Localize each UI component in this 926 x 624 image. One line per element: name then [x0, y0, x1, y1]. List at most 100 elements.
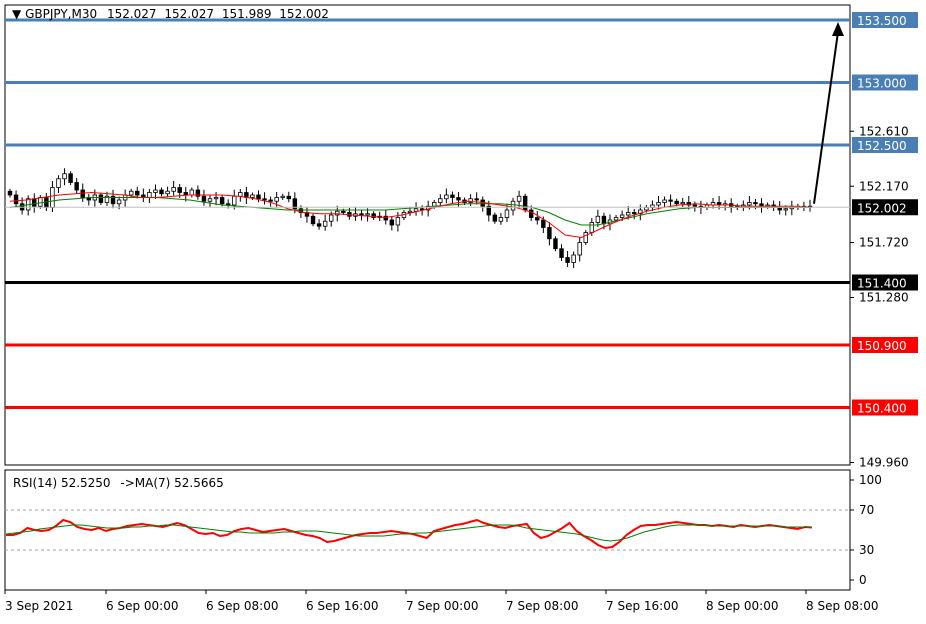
- candle-down[interactable]: [541, 219, 546, 228]
- price-tick-label: 151.280: [859, 291, 909, 305]
- pivot-level-label: 151.400: [857, 277, 907, 291]
- candle-down[interactable]: [480, 199, 485, 207]
- candle-up[interactable]: [407, 210, 413, 213]
- candle-up[interactable]: [238, 192, 243, 197]
- candle-down[interactable]: [310, 215, 316, 225]
- candle-down[interactable]: [632, 212, 637, 215]
- candle-down[interactable]: [601, 215, 607, 225]
- candle-up[interactable]: [280, 195, 285, 198]
- candle-up[interactable]: [680, 202, 685, 205]
- candle-down[interactable]: [565, 257, 570, 263]
- candle-up[interactable]: [516, 195, 522, 202]
- candle-up[interactable]: [213, 197, 219, 200]
- candle-up[interactable]: [783, 208, 788, 211]
- candle-up[interactable]: [62, 173, 67, 180]
- candle-down[interactable]: [547, 227, 552, 240]
- candle-down[interactable]: [286, 195, 292, 200]
- candle-up[interactable]: [589, 222, 595, 233]
- candle-down[interactable]: [359, 213, 364, 216]
- candle-up[interactable]: [644, 207, 649, 211]
- candle-up[interactable]: [413, 208, 419, 212]
- candle-up[interactable]: [438, 198, 443, 203]
- candle-up[interactable]: [444, 194, 449, 200]
- candle-up[interactable]: [38, 197, 43, 207]
- candle-up[interactable]: [232, 195, 237, 206]
- candle-down[interactable]: [341, 210, 346, 213]
- candle-down[interactable]: [74, 182, 79, 191]
- candle-up[interactable]: [432, 202, 437, 207]
- candle-up[interactable]: [328, 214, 334, 222]
- candle-down[interactable]: [674, 200, 679, 205]
- dropdown-triangle-icon[interactable]: ▼: [12, 7, 21, 21]
- candle-down[interactable]: [98, 194, 104, 203]
- candle-down[interactable]: [450, 194, 455, 198]
- candle-up[interactable]: [128, 190, 134, 196]
- candle-down[interactable]: [535, 217, 540, 221]
- candle-up[interactable]: [619, 214, 625, 218]
- candle-up[interactable]: [56, 178, 61, 188]
- candle-down[interactable]: [225, 203, 231, 206]
- candle-down[interactable]: [692, 204, 698, 207]
- candle-up[interactable]: [189, 189, 195, 196]
- candle-down[interactable]: [219, 197, 225, 205]
- time-axis: 3 Sep 2021 6 Sep 00:00 6 Sep 08:00 6 Sep 16…: [4, 590, 878, 613]
- chart-canvas[interactable]: 152.610 152.170 151.720 151.280 149.960 153.5…: [0, 0, 926, 620]
- candle-down[interactable]: [7, 190, 13, 196]
- candle-up[interactable]: [322, 220, 328, 227]
- candle-up[interactable]: [583, 232, 588, 243]
- candle-down[interactable]: [13, 194, 19, 205]
- candle-up[interactable]: [274, 197, 279, 202]
- candle-down[interactable]: [456, 197, 461, 201]
- candle-down[interactable]: [135, 190, 140, 196]
- candle-down[interactable]: [668, 199, 673, 202]
- candle-down[interactable]: [177, 187, 182, 193]
- candle-down[interactable]: [256, 194, 261, 200]
- candle-up[interactable]: [165, 190, 170, 195]
- candle-down[interactable]: [183, 192, 188, 196]
- candle-up[interactable]: [625, 212, 631, 216]
- chart-window: 152.610 152.170 151.720 151.280 149.960 153.5…: [0, 0, 926, 620]
- candle-down[interactable]: [201, 195, 207, 202]
- candle-down[interactable]: [553, 238, 558, 250]
- candle-up[interactable]: [613, 217, 619, 221]
- candle-down[interactable]: [268, 199, 273, 202]
- candle-up[interactable]: [395, 217, 401, 226]
- candle-down[interactable]: [68, 173, 73, 183]
- candle-up[interactable]: [171, 187, 176, 192]
- candle-down[interactable]: [492, 214, 498, 222]
- candle-up[interactable]: [147, 192, 152, 198]
- candle-down[interactable]: [753, 202, 758, 205]
- candle-down[interactable]: [474, 198, 479, 201]
- candle-up[interactable]: [116, 199, 122, 205]
- candle-down[interactable]: [522, 195, 528, 211]
- rsi-header: RSI(14) 52.5250 ->MA(7) 52.5665: [13, 476, 224, 490]
- candle-up[interactable]: [153, 189, 158, 193]
- candle-down[interactable]: [528, 209, 534, 218]
- candle-down[interactable]: [159, 189, 164, 195]
- candle-up[interactable]: [656, 202, 661, 206]
- candle-down[interactable]: [262, 198, 267, 201]
- candle-up[interactable]: [207, 198, 213, 202]
- candle-up[interactable]: [498, 217, 504, 222]
- candle-up[interactable]: [595, 215, 601, 223]
- candle-down[interactable]: [316, 223, 322, 227]
- candle-up[interactable]: [504, 209, 510, 218]
- candle-up[interactable]: [510, 200, 516, 211]
- low-value: 151.989: [221, 7, 272, 21]
- candle-up[interactable]: [50, 187, 55, 208]
- candle-up[interactable]: [577, 242, 582, 256]
- price-panel[interactable]: 152.610 152.170 151.720 151.280 149.960 153.5…: [4, 4, 918, 470]
- candle-down[interactable]: [80, 189, 85, 198]
- time-tick-label: 7 Sep 16:00: [606, 599, 678, 613]
- candle-up[interactable]: [250, 194, 255, 198]
- candle-down[interactable]: [389, 219, 395, 226]
- current-price-label: 152.002: [857, 201, 907, 215]
- candle-up[interactable]: [365, 213, 370, 216]
- candle-down[interactable]: [32, 198, 37, 207]
- candle-up[interactable]: [662, 199, 667, 203]
- symbol-label: GBPJPY,M30: [25, 7, 98, 21]
- candle-down[interactable]: [559, 248, 564, 258]
- candle-up[interactable]: [571, 254, 576, 263]
- candle-up[interactable]: [747, 202, 752, 206]
- time-tick-label: 8 Sep 00:00: [706, 599, 778, 613]
